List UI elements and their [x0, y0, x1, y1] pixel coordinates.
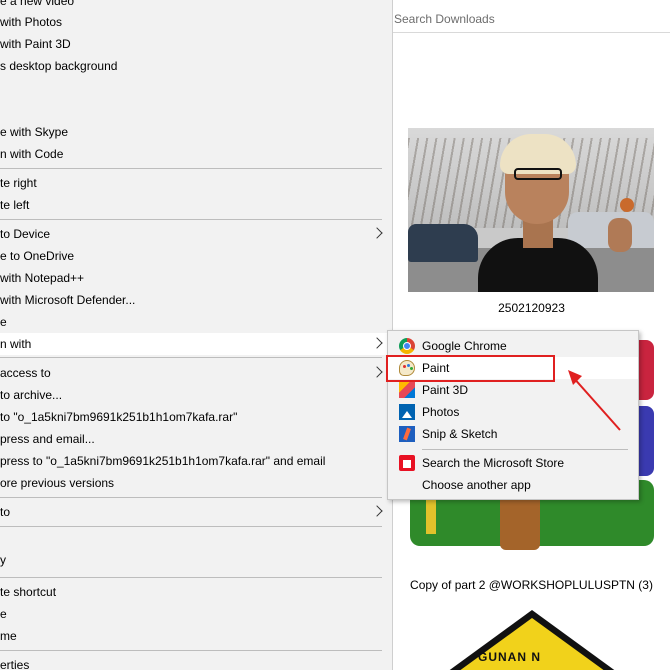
menu-item-share[interactable]: e [0, 311, 393, 333]
menu-item-edit-with-photos[interactable]: with Photos [0, 11, 393, 33]
menu-item-open-with[interactable]: n with [0, 333, 393, 355]
chrome-icon [399, 338, 415, 354]
menu-item-share-with-skype[interactable]: e with Skype [0, 121, 393, 143]
menu-item-scan-with-defender[interactable]: with Microsoft Defender... [0, 289, 393, 311]
menu-item-rotate-right[interactable]: te right [0, 172, 393, 194]
chevron-right-icon [371, 337, 383, 349]
menu-item-cast-to-device[interactable]: to Device [0, 223, 393, 245]
submenu-item-google-chrome[interactable]: Google Chrome [388, 335, 638, 357]
submenu-item-choose-another-app[interactable]: Choose another app [388, 474, 638, 496]
menu-item-edit-with-notepad-plus-plus[interactable]: with Notepad++ [0, 267, 393, 289]
menu-item-add-to-rar[interactable]: to "o_1a5kni7bm9691k251b1h1om7kafa.rar" [0, 406, 393, 428]
paint-3d-icon [399, 382, 415, 398]
file-name-label[interactable]: 2502120923 [393, 301, 670, 315]
menu-item-properties[interactable]: erties [0, 654, 393, 670]
menu-item-add-to-archive[interactable]: to archive... [0, 384, 393, 406]
badge-image-thumbnail[interactable]: GUNAN N [408, 602, 654, 670]
menu-item-give-access-to[interactable]: access to [0, 362, 393, 384]
photo-thumbnail[interactable] [408, 128, 654, 292]
chevron-right-icon [371, 366, 383, 378]
menu-item-set-desktop-background[interactable]: s desktop background [0, 55, 393, 77]
search-input[interactable]: Search Downloads [393, 6, 670, 33]
menu-separator [0, 577, 382, 578]
badge-text: GUNAN N [478, 650, 541, 664]
menu-item-delete[interactable]: e [0, 603, 393, 625]
menu-separator [0, 497, 382, 498]
menu-item-edit-with-paint-3d[interactable]: with Paint 3D [0, 33, 393, 55]
menu-item-copy[interactable]: y [0, 549, 393, 571]
menu-separator [0, 357, 382, 358]
menu-separator [0, 219, 382, 220]
menu-separator [0, 650, 382, 651]
menu-item-rename[interactable]: me [0, 625, 393, 647]
menu-item-send-to[interactable]: to [0, 501, 393, 523]
chevron-right-icon [371, 505, 383, 517]
menu-separator [0, 168, 382, 169]
annotation-highlight-box [386, 355, 555, 382]
menu-item-move-to-onedrive[interactable]: e to OneDrive [0, 245, 393, 267]
chevron-right-icon [371, 227, 383, 239]
menu-item-rotate-left[interactable]: te left [0, 194, 393, 216]
store-icon [399, 455, 415, 471]
menu-item-restore-previous-versions[interactable]: ore previous versions [0, 472, 393, 494]
annotation-arrow-icon [568, 370, 621, 431]
photos-icon [399, 404, 415, 420]
menu-separator [0, 526, 382, 527]
menu-item-compress-to-rar-and-email[interactable]: press to "o_1a5kni7bm9691k251b1h1om7kafa… [0, 450, 393, 472]
submenu-item-microsoft-store[interactable]: Search the Microsoft Store [388, 452, 638, 474]
menu-item-compress-and-email[interactable]: press and email... [0, 428, 393, 450]
menu-separator [422, 449, 628, 450]
context-menu: e a new video with Photos with Paint 3D … [0, 0, 393, 670]
file-name-label[interactable]: Copy of part 2 @WORKSHOPLULUSPTN (3) [393, 578, 670, 592]
snip-sketch-icon [399, 426, 415, 442]
search-placeholder: Search Downloads [394, 12, 495, 26]
menu-item-create-shortcut[interactable]: te shortcut [0, 581, 393, 603]
menu-item-open-with-code[interactable]: n with Code [0, 143, 393, 165]
